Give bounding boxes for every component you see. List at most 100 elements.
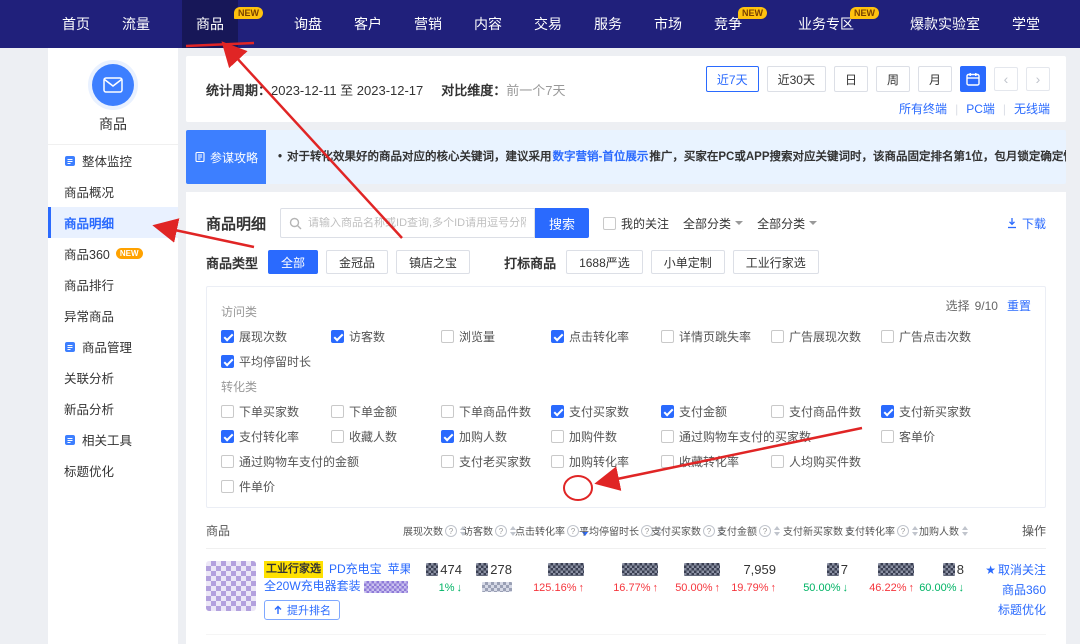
nav-item-12[interactable]: 爆款实验室 bbox=[910, 0, 980, 48]
type-chip-2[interactable]: 镇店之宝 bbox=[396, 250, 470, 274]
nav-item-4[interactable]: 客户 bbox=[354, 0, 382, 48]
type-chip-0[interactable]: 全部 bbox=[268, 250, 318, 274]
checkbox-icon[interactable] bbox=[551, 405, 564, 418]
compare-value[interactable]: 前一个7天 bbox=[506, 83, 565, 98]
sidebar-item-1[interactable]: 商品概况 bbox=[48, 176, 178, 207]
promote-rank-button[interactable]: 提升排名 bbox=[264, 600, 340, 620]
checkbox-icon[interactable] bbox=[881, 330, 894, 343]
checkbox-icon[interactable] bbox=[331, 330, 344, 343]
sidebar-item-9[interactable]: 相关工具 bbox=[48, 424, 178, 455]
checkbox-icon[interactable] bbox=[661, 430, 674, 443]
metric-option[interactable]: 浏览量 bbox=[441, 328, 551, 345]
checkbox-icon[interactable] bbox=[661, 405, 674, 418]
metric-option[interactable]: 支付买家数 bbox=[551, 403, 661, 420]
product-image[interactable] bbox=[206, 561, 256, 611]
nav-item-8[interactable]: 服务 bbox=[594, 0, 622, 48]
metric-option[interactable]: 加购转化率 bbox=[551, 453, 661, 470]
checkbox-icon[interactable] bbox=[441, 330, 454, 343]
metric-option[interactable]: 展现次数 bbox=[221, 328, 331, 345]
sidebar-item-0[interactable]: 整体监控 bbox=[48, 145, 178, 176]
pager-next-icon[interactable]: › bbox=[1026, 67, 1050, 91]
terminal-link-2[interactable]: 无线端 bbox=[1014, 100, 1050, 117]
sidebar-item-6[interactable]: 商品管理 bbox=[48, 331, 178, 362]
row-action-0[interactable]: 商品360 bbox=[1002, 581, 1046, 598]
sidebar-item-8[interactable]: 新品分析 bbox=[48, 393, 178, 424]
checkbox-icon[interactable] bbox=[551, 330, 564, 343]
sidebar-item-2[interactable]: 商品明细 bbox=[48, 207, 178, 238]
checkbox-icon[interactable] bbox=[441, 405, 454, 418]
column-header-5[interactable]: 支付买家数? bbox=[662, 523, 724, 538]
pager-prev-icon[interactable]: ‹ bbox=[994, 67, 1018, 91]
column-header-9[interactable]: 加购人数 bbox=[918, 523, 968, 538]
checkbox-icon[interactable] bbox=[603, 217, 616, 230]
nav-item-1[interactable]: 流量 bbox=[122, 0, 150, 48]
checkbox-icon[interactable] bbox=[221, 355, 234, 368]
checkbox-icon[interactable] bbox=[771, 455, 784, 468]
checkbox-icon[interactable] bbox=[221, 480, 234, 493]
range-button-2[interactable]: 日 bbox=[834, 66, 868, 92]
terminal-link-0[interactable]: 所有终端 bbox=[899, 100, 947, 117]
help-icon[interactable]: ? bbox=[703, 525, 715, 537]
metric-option[interactable]: 支付转化率 bbox=[221, 428, 331, 445]
nav-item-2[interactable]: 商品NEW bbox=[182, 0, 238, 48]
nav-item-6[interactable]: 内容 bbox=[474, 0, 502, 48]
metric-option[interactable]: 通过购物车支付的金额 bbox=[221, 453, 441, 470]
help-icon[interactable]: ? bbox=[897, 525, 909, 537]
metric-option[interactable]: 支付金额 bbox=[661, 403, 771, 420]
tip-highlight-link[interactable]: 数字营销-首位展示 bbox=[553, 151, 649, 163]
checkbox-icon[interactable] bbox=[331, 430, 344, 443]
metric-option[interactable]: 下单买家数 bbox=[221, 403, 331, 420]
metric-option[interactable]: 通过购物车支付的买家数 bbox=[661, 428, 881, 445]
metric-option[interactable]: 下单商品件数 bbox=[441, 403, 551, 420]
nav-item-9[interactable]: 市场 bbox=[654, 0, 682, 48]
help-icon[interactable]: ? bbox=[567, 525, 579, 537]
checkbox-icon[interactable] bbox=[551, 455, 564, 468]
mark-chip-2[interactable]: 工业行家选 bbox=[733, 250, 819, 274]
search-button[interactable]: 搜索 bbox=[535, 208, 589, 238]
sidebar-item-5[interactable]: 异常商品 bbox=[48, 300, 178, 331]
type-chip-1[interactable]: 金冠品 bbox=[326, 250, 388, 274]
checkbox-icon[interactable] bbox=[221, 405, 234, 418]
help-icon[interactable]: ? bbox=[759, 525, 771, 537]
checkbox-icon[interactable] bbox=[221, 330, 234, 343]
reset-button[interactable]: 重置 bbox=[1007, 297, 1031, 314]
column-header-8[interactable]: 支付转化率? bbox=[852, 523, 918, 538]
checkbox-icon[interactable] bbox=[771, 405, 784, 418]
metric-option[interactable]: 收藏人数 bbox=[331, 428, 441, 445]
checkbox-icon[interactable] bbox=[881, 430, 894, 443]
metric-option[interactable]: 广告点击次数 bbox=[881, 328, 991, 345]
calendar-button[interactable] bbox=[960, 66, 986, 92]
range-button-3[interactable]: 周 bbox=[876, 66, 910, 92]
nav-item-13[interactable]: 学堂 bbox=[1012, 0, 1040, 48]
help-icon[interactable]: ? bbox=[445, 525, 457, 537]
checkbox-icon[interactable] bbox=[331, 405, 344, 418]
range-button-4[interactable]: 月 bbox=[918, 66, 952, 92]
nav-item-5[interactable]: 营销 bbox=[414, 0, 442, 48]
metric-option[interactable]: 支付商品件数 bbox=[771, 403, 881, 420]
nav-item-11[interactable]: 业务专区NEW bbox=[798, 0, 854, 48]
search-input[interactable] bbox=[308, 217, 526, 229]
metric-option[interactable]: 支付老买家数 bbox=[441, 453, 551, 470]
metric-option[interactable]: 广告展现次数 bbox=[771, 328, 881, 345]
help-icon[interactable]: ? bbox=[495, 525, 507, 537]
nav-item-0[interactable]: 首页 bbox=[62, 0, 90, 48]
download-button[interactable]: 下载 bbox=[1006, 215, 1046, 232]
metric-option[interactable]: 点击转化率 bbox=[551, 328, 661, 345]
checkbox-icon[interactable] bbox=[441, 455, 454, 468]
metric-option[interactable]: 人均购买件数 bbox=[771, 453, 881, 470]
column-header-2[interactable]: 访客数? bbox=[466, 523, 516, 538]
metric-option[interactable]: 下单金额 bbox=[331, 403, 441, 420]
sidebar-item-3[interactable]: 商品360NEW bbox=[48, 238, 178, 269]
mark-chip-0[interactable]: 1688严选 bbox=[566, 250, 643, 274]
checkbox-icon[interactable] bbox=[881, 405, 894, 418]
mark-chip-1[interactable]: 小单定制 bbox=[651, 250, 725, 274]
checkbox-icon[interactable] bbox=[221, 430, 234, 443]
checkbox-icon[interactable] bbox=[441, 430, 454, 443]
metric-option[interactable]: 收藏转化率 bbox=[661, 453, 771, 470]
checkbox-icon[interactable] bbox=[771, 330, 784, 343]
follow-toggle-link[interactable]: ★取消关注 bbox=[985, 561, 1046, 578]
my-follow-checkbox[interactable]: 我的关注 bbox=[603, 215, 669, 232]
metric-option[interactable]: 平均停留时长 bbox=[221, 353, 331, 370]
sidebar-item-10[interactable]: 标题优化 bbox=[48, 455, 178, 486]
metric-option[interactable]: 详情页跳失率 bbox=[661, 328, 771, 345]
